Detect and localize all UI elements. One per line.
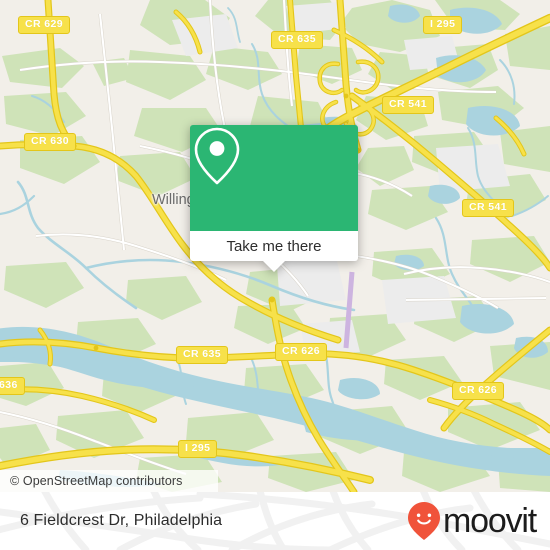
- popup-icon-area: [190, 125, 358, 231]
- map-attribution[interactable]: © OpenStreetMap contributors: [0, 470, 218, 492]
- moovit-logo[interactable]: moovit: [407, 492, 537, 550]
- road-shield-cr-626-west[interactable]: CR 626: [275, 343, 328, 361]
- address-label: 6 Fieldcrest Dr, Philadelphia: [20, 492, 222, 550]
- moovit-map-screenshot: Willing CR 629 CR 635 I 295 CR 541 CR 63…: [0, 0, 550, 550]
- road-shield-i-295-south[interactable]: I 295: [178, 440, 218, 458]
- address-text: 6 Fieldcrest Dr, Philadelphia: [20, 512, 223, 529]
- road-shield-cr-630[interactable]: CR 630: [24, 133, 77, 151]
- place-label-willingboro: Willing: [152, 192, 195, 208]
- location-pin-icon: [194, 127, 240, 185]
- road-shield-cr-635-south[interactable]: CR 635: [176, 346, 229, 364]
- popup-pointer-tail: [263, 261, 285, 272]
- location-popup-card[interactable]: Take me there: [190, 125, 358, 272]
- attribution-text: © OpenStreetMap contributors: [10, 474, 183, 488]
- moovit-wordmark: moovit: [443, 502, 537, 540]
- road-shield-i-295-north[interactable]: I 295: [423, 16, 463, 34]
- road-shield-cr-626-east[interactable]: CR 626: [452, 382, 505, 400]
- smiling-pin-icon: [408, 502, 441, 540]
- map-canvas[interactable]: Willing CR 629 CR 635 I 295 CR 541 CR 63…: [0, 0, 550, 492]
- road-shield-cr-629[interactable]: CR 629: [18, 16, 71, 34]
- take-me-there-label: Take me there: [226, 237, 322, 255]
- road-shield-cr-541-north[interactable]: CR 541: [382, 96, 435, 114]
- road-shield-cr-541-east[interactable]: CR 541: [462, 199, 515, 217]
- road-shield-cr-635-north[interactable]: CR 635: [271, 31, 324, 49]
- take-me-there-button[interactable]: Take me there: [190, 231, 358, 272]
- footer-bar: 6 Fieldcrest Dr, Philadelphia moovit: [0, 492, 550, 550]
- road-shield-636[interactable]: 636: [0, 377, 25, 395]
